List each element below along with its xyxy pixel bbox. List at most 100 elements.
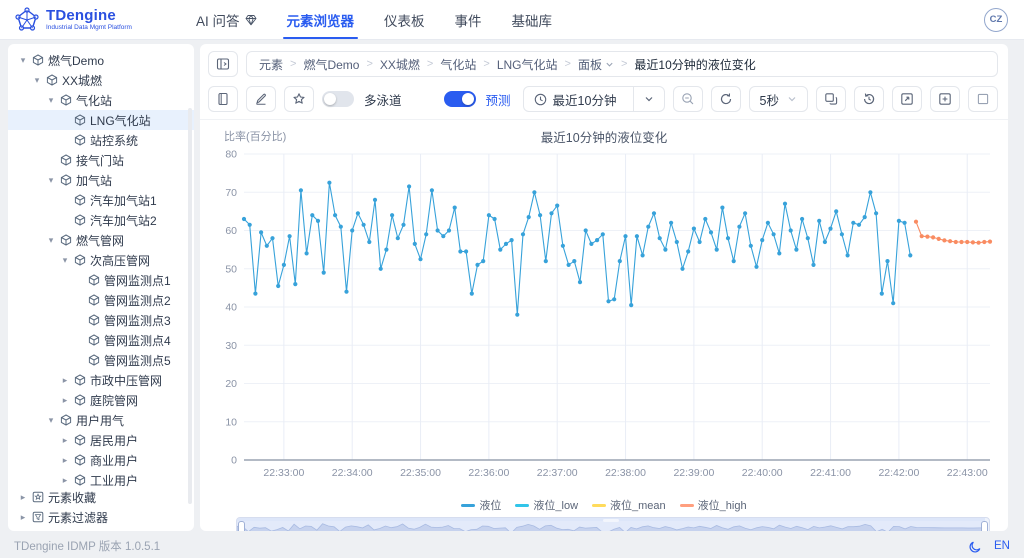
interval-select[interactable]: 5秒 (748, 86, 808, 112)
interval-value: 5秒 (759, 93, 779, 108)
history-button[interactable] (854, 86, 884, 112)
tree-item-label: 商业用户 (90, 453, 139, 468)
element-cube-icon (60, 234, 72, 246)
header-right: CZ (984, 7, 1024, 32)
tree-item[interactable]: ▾ 气化站 (8, 90, 194, 110)
breadcrumb-item[interactable]: 气化站 (440, 56, 476, 73)
breadcrumb-separator: > (620, 58, 628, 70)
legend-item[interactable]: 液位 (461, 497, 501, 513)
tree-item[interactable]: 管网监测点3 (8, 310, 194, 330)
datazoom-right-handle[interactable] (981, 521, 988, 531)
favorite-button[interactable] (284, 86, 314, 112)
tree-item[interactable]: 接气门站 (8, 150, 194, 170)
tree-item[interactable]: ▸ 商业用户 (8, 450, 194, 470)
tree-item[interactable]: ▸ 庭院管网 (8, 390, 194, 410)
datazoom-slider[interactable] (236, 517, 990, 531)
add-panel-button[interactable] (930, 86, 960, 112)
element-cube-icon (88, 274, 100, 286)
breadcrumb-item[interactable]: 面板 (578, 56, 614, 73)
gem-icon (245, 14, 257, 26)
datazoom-left-handle[interactable] (238, 521, 245, 531)
breadcrumb-separator: > (426, 58, 434, 70)
tree-item[interactable]: 管网监测点5 (8, 350, 194, 370)
caret-closed-icon[interactable]: ▸ (18, 512, 28, 523)
caret-closed-icon[interactable]: ▸ (60, 455, 70, 466)
export-image-button[interactable] (816, 86, 846, 112)
time-range-value: 最近10分钟 (552, 93, 617, 108)
app-window: TDengine Industrial Data Mgmt Platform A… (0, 0, 1024, 558)
tree-item[interactable]: ▾ XX城燃 (8, 70, 194, 90)
caret-closed-icon[interactable]: ▸ (60, 435, 70, 446)
element-cube-icon (74, 134, 86, 146)
legend-item[interactable]: 液位_high (679, 497, 747, 513)
caret-closed-icon[interactable]: ▸ (60, 475, 70, 486)
nav-item[interactable]: 事件 (455, 0, 482, 39)
edit-button[interactable] (246, 86, 276, 112)
caret-closed-icon[interactable]: ▸ (18, 492, 28, 503)
element-cube-icon (74, 434, 86, 446)
tree-item[interactable]: ▾ 燃气管网 (8, 230, 194, 250)
nav-item[interactable]: 仪表板 (384, 0, 425, 39)
user-avatar[interactable]: CZ (984, 7, 1008, 32)
tree-item[interactable]: LNG气化站 (8, 110, 194, 130)
nav-item[interactable]: AI 问答 (196, 0, 257, 39)
tree-item[interactable]: ▸ 市政中压管网 (8, 370, 194, 390)
tree-item[interactable]: 管网监测点4 (8, 330, 194, 350)
caret-closed-icon[interactable]: ▸ (60, 395, 70, 406)
caret-closed-icon[interactable]: ▸ (60, 375, 70, 386)
svg-text:20: 20 (225, 378, 237, 390)
caret-open-icon[interactable]: ▾ (46, 95, 56, 106)
collapse-sidebar-button[interactable] (208, 51, 238, 77)
sidebar-item-filters[interactable]: ▸ 元素过滤器 (8, 507, 194, 527)
caret-open-icon[interactable]: ▾ (18, 55, 28, 66)
caret-open-icon[interactable]: ▾ (46, 415, 56, 426)
sidebar-scrollbar[interactable] (188, 108, 192, 504)
expand-button[interactable] (892, 86, 922, 112)
tree-item[interactable]: ▾ 燃气Demo (8, 50, 194, 70)
nav-item[interactable]: 基础库 (512, 0, 553, 39)
caret-open-icon[interactable]: ▾ (60, 255, 70, 266)
breadcrumb-item[interactable]: 最近10分钟的液位变化 (634, 56, 755, 73)
time-range-select[interactable]: 最近10分钟 (522, 86, 665, 112)
nav-item[interactable]: 元素浏览器 (282, 0, 358, 39)
tree-item[interactable]: 站控系统 (8, 130, 194, 150)
tree-item[interactable]: ▾ 用户用气 (8, 410, 194, 430)
refresh-button[interactable] (710, 86, 741, 112)
tree-item-label: 次高压管网 (90, 253, 151, 268)
tree-item[interactable]: 管网监测点2 (8, 290, 194, 310)
tree-item[interactable]: ▸ 居民用户 (8, 430, 194, 450)
zoom-out-button[interactable] (672, 86, 703, 112)
caret-open-icon[interactable]: ▾ (46, 175, 56, 186)
language-toggle[interactable]: EN (994, 540, 1010, 552)
app-logo[interactable]: TDengine Industrial Data Mgmt Platform (0, 6, 196, 33)
fullscreen-button[interactable] (968, 86, 998, 112)
tree-item[interactable]: 管网监测点1 (8, 270, 194, 290)
line-chart[interactable]: 0 10 20 30 40 50 60 70 80 22:33:00 22:34:00 22:35:0… (210, 146, 996, 496)
svg-text:10: 10 (225, 416, 237, 428)
journal-button[interactable] (208, 86, 238, 112)
element-cube-icon (88, 334, 100, 346)
forecast-label: 预测 (485, 93, 511, 108)
forecast-toggle[interactable] (443, 91, 476, 107)
tree-item[interactable]: ▾ 次高压管网 (8, 250, 194, 270)
tree: ▾ 燃气Demo ▾ XX城燃 ▾ 气化站 LNG气化站 站控系统 接气门站 ▾ 加气站 汽车加气站1… (8, 50, 194, 490)
caret-open-icon[interactable]: ▾ (46, 235, 56, 246)
breadcrumb-item[interactable]: XX城燃 (380, 56, 420, 73)
breadcrumb-separator: > (366, 58, 373, 70)
element-cube-icon (60, 94, 72, 106)
swimlane-toggle[interactable] (322, 91, 354, 107)
tree-item[interactable]: 汽车加气站1 (8, 190, 194, 210)
tree-item[interactable]: ▾ 加气站 (8, 170, 194, 190)
breadcrumb-item[interactable]: LNG气化站 (497, 56, 558, 73)
moon-icon[interactable] (969, 540, 982, 553)
tree-item[interactable]: 汽车加气站2 (8, 210, 194, 230)
caret-open-icon[interactable]: ▾ (32, 75, 42, 86)
breadcrumb-separator: > (290, 58, 297, 70)
breadcrumb-item[interactable]: 元素 (259, 56, 283, 73)
sidebar-item-favorites[interactable]: ▸ 元素收藏 (8, 487, 194, 507)
breadcrumb-row: 元素 > 燃气Demo > XX城燃 > 气化站 > LNG气化站 > 面板 > 最近10分钟的液位变化 (200, 44, 1008, 81)
legend-item[interactable]: 液位_low (515, 497, 578, 513)
element-cube-icon (74, 194, 86, 206)
legend-item[interactable]: 液位_mean (592, 497, 666, 513)
breadcrumb-item[interactable]: 燃气Demo (303, 56, 359, 73)
